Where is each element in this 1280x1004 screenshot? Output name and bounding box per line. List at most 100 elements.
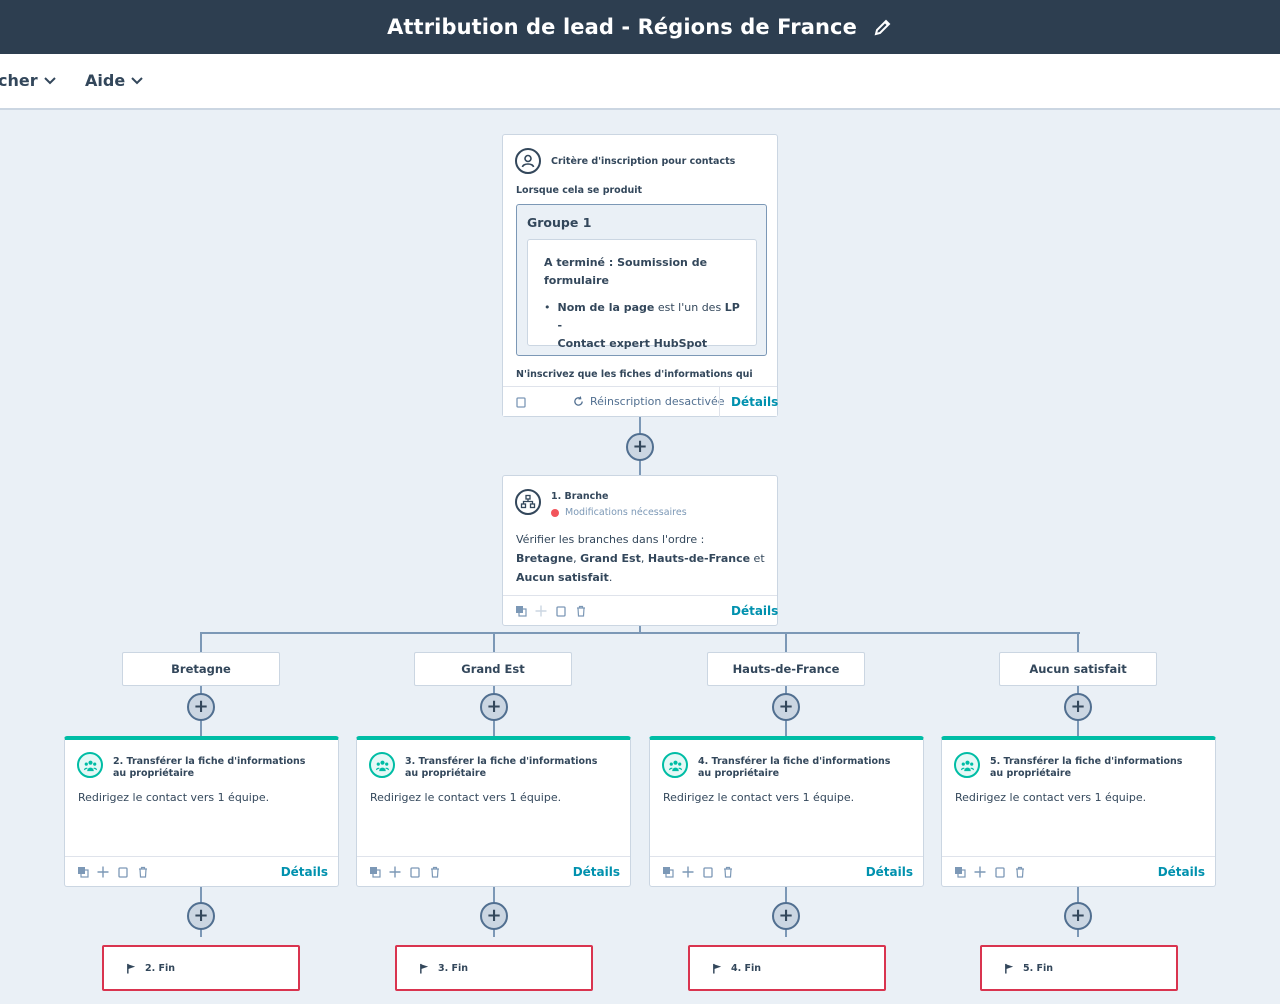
move-icon[interactable] [682, 866, 694, 878]
end-node[interactable]: 4. Fin [688, 945, 886, 991]
copy-icon[interactable] [662, 866, 674, 878]
team-icon [954, 752, 980, 778]
branch-label-hauts-de-france[interactable]: Hauts-de-France [707, 652, 865, 686]
action-description: Redirigez le contact vers 1 équipe. [78, 791, 270, 804]
add-action-button[interactable]: + [772, 902, 800, 930]
add-action-button[interactable]: + [1064, 902, 1092, 930]
trash-icon[interactable] [137, 866, 149, 878]
trash-icon[interactable] [575, 605, 587, 617]
move-icon[interactable] [974, 866, 986, 878]
branch-label-aucun-satisfait[interactable]: Aucun satisfait [999, 652, 1157, 686]
end-label: 4. Fin [731, 962, 762, 974]
action-card-rotate-owner[interactable]: 3. Transférer la fiche d'informations au… [356, 736, 631, 887]
flag-icon [713, 963, 722, 974]
end-node[interactable]: 3. Fin [395, 945, 593, 991]
clipboard-icon[interactable] [994, 866, 1006, 878]
branch-footer: Détails [503, 595, 778, 625]
team-icon [662, 752, 688, 778]
clipboard-icon[interactable] [555, 605, 567, 617]
reenrollment-label: Réinscription desactivée [590, 395, 725, 408]
action-card-rotate-owner[interactable]: 2. Transférer la fiche d'informations au… [64, 736, 339, 887]
filter-operator: est l'un des [654, 301, 725, 314]
action-footer: Détails [650, 856, 923, 886]
trigger-details-link[interactable]: Détails [731, 395, 778, 409]
branch-label-bretagne[interactable]: Bretagne [122, 652, 280, 686]
action-footer: Détails [942, 856, 1215, 886]
add-action-button[interactable]: + [626, 433, 654, 461]
action-details-link[interactable]: Détails [281, 865, 328, 879]
move-icon[interactable] [389, 866, 401, 878]
trigger-when-label: Lorsque cela se produit [516, 185, 643, 196]
team-icon [77, 752, 103, 778]
trash-icon[interactable] [429, 866, 441, 878]
branch-status-label: Modifications nécessaires [565, 507, 687, 518]
action-title: 5. Transférer la fiche d'informations au… [990, 756, 1183, 779]
end-label: 5. Fin [1023, 962, 1054, 974]
action-details-link[interactable]: Détails [1158, 865, 1205, 879]
branch-label-grand-est[interactable]: Grand Est [414, 652, 572, 686]
action-title: 2. Transférer la fiche d'informations au… [113, 756, 306, 779]
branch-details-link[interactable]: Détails [731, 604, 778, 618]
reenrollment-status[interactable]: Réinscription desactivée [573, 395, 725, 408]
team-icon [369, 752, 395, 778]
group-title: Groupe 1 [527, 215, 592, 230]
branch-status: Modifications nécessaires [551, 507, 687, 518]
menu-help[interactable]: Aide [85, 71, 143, 90]
menu-bar: cher Aide [0, 54, 1280, 110]
move-icon[interactable] [97, 866, 109, 878]
add-action-button[interactable]: + [1064, 693, 1092, 721]
end-label: 2. Fin [145, 962, 176, 974]
action-description: Redirigez le contact vers 1 équipe. [370, 791, 562, 804]
branch-name-4: Aucun [516, 571, 555, 584]
branch-title: 1. Branche [551, 491, 609, 502]
trash-icon[interactable] [1014, 866, 1026, 878]
copy-icon[interactable] [369, 866, 381, 878]
copy-icon[interactable] [77, 866, 89, 878]
end-node[interactable]: 2. Fin [102, 945, 300, 991]
add-action-button[interactable]: + [480, 693, 508, 721]
copy-icon[interactable] [515, 605, 527, 617]
pencil-icon[interactable] [873, 17, 893, 37]
branch-name-4b: satisfait [558, 571, 609, 584]
condition-line-2: formulaire [544, 274, 609, 287]
add-action-button[interactable]: + [772, 693, 800, 721]
trigger-footer: Réinscription desactivée Détails [503, 386, 778, 417]
action-card-rotate-owner[interactable]: 5. Transférer la fiche d'informations au… [941, 736, 1216, 887]
connector-line [200, 632, 1080, 634]
menu-search-label: cher [0, 71, 38, 90]
workflow-header: Attribution de lead - Régions de France [0, 0, 1280, 54]
clipboard-icon[interactable] [409, 866, 421, 878]
branch-icon [515, 489, 541, 515]
chevron-down-icon [43, 76, 56, 84]
trigger-title: Critère d'inscription pour contacts [551, 155, 736, 167]
branch-description: Vérifier les branches dans l'ordre : Bre… [516, 533, 765, 584]
trigger-note: N'inscrivez que les fiches d'information… [516, 369, 753, 380]
contact-icon [515, 148, 541, 174]
end-node[interactable]: 5. Fin [980, 945, 1178, 991]
branch-card[interactable]: 1. Branche Modifications nécessaires Vér… [502, 475, 778, 626]
enrollment-trigger-card[interactable]: Critère d'inscription pour contacts Lors… [502, 134, 778, 417]
clipboard-icon[interactable] [117, 866, 129, 878]
flag-icon [1005, 963, 1014, 974]
flag-icon [420, 963, 429, 974]
clipboard-icon[interactable] [702, 866, 714, 878]
action-title: 3. Transférer la fiche d'informations au… [405, 756, 598, 779]
refresh-icon [574, 396, 583, 406]
add-action-button[interactable]: + [187, 693, 215, 721]
action-details-link[interactable]: Détails [866, 865, 913, 879]
add-action-button[interactable]: + [187, 902, 215, 930]
condition-line-1: A terminé : Soumission de [544, 256, 708, 269]
filter-group: Groupe 1 A terminé : Soumission de formu… [516, 204, 767, 356]
bullet-icon: • [544, 301, 551, 314]
action-details-link[interactable]: Détails [573, 865, 620, 879]
filter-condition: A terminé : Soumission de formulaire • N… [527, 239, 757, 350]
chevron-down-icon [131, 76, 143, 84]
move-icon[interactable] [535, 605, 547, 617]
action-card-rotate-owner[interactable]: 4. Transférer la fiche d'informations au… [649, 736, 924, 887]
menu-search[interactable]: cher [0, 71, 56, 90]
add-action-button[interactable]: + [480, 902, 508, 930]
trash-icon[interactable] [722, 866, 734, 878]
copy-icon[interactable] [954, 866, 966, 878]
clipboard-icon[interactable] [515, 396, 527, 408]
branch-name-3: Hauts-de-France [647, 552, 751, 565]
